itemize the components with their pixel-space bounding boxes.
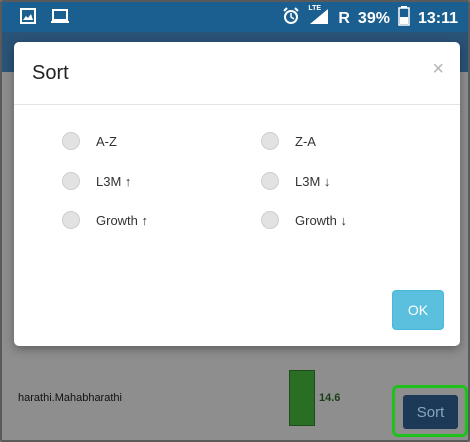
clock: 13:11 xyxy=(417,9,458,27)
radio-button[interactable] xyxy=(261,211,279,229)
radio-button[interactable] xyxy=(62,172,80,190)
close-icon[interactable]: × xyxy=(432,58,444,81)
dialog-divider xyxy=(14,104,460,105)
alarm-icon xyxy=(282,7,300,30)
sort-button-highlight[interactable]: Sort xyxy=(392,385,468,437)
option-label: L3M ↑ xyxy=(96,173,132,189)
sort-option-l3m-asc[interactable]: L3M ↑ xyxy=(62,172,131,190)
sort-option-z-a[interactable]: Z-A xyxy=(261,132,316,150)
sort-option-growth-desc[interactable]: Growth ↓ xyxy=(261,211,347,229)
radio-button[interactable] xyxy=(62,211,80,229)
sort-button[interactable]: Sort xyxy=(403,395,458,429)
battery-icon xyxy=(398,6,410,31)
status-bar: LTE R 39% 13:11 xyxy=(2,2,468,32)
dialog-title: Sort xyxy=(32,62,69,84)
value-bar xyxy=(289,370,315,426)
signal-icon: LTE xyxy=(308,5,330,30)
bar-value-label: 14.6 xyxy=(319,392,341,404)
list-item-label: harathi.Mahabharathi xyxy=(18,392,122,404)
option-label: Z-A xyxy=(295,133,316,149)
sort-option-growth-asc[interactable]: Growth ↑ xyxy=(62,211,148,229)
battery-percent: 39% xyxy=(357,9,390,27)
option-label: A-Z xyxy=(96,133,117,149)
laptop-icon xyxy=(50,8,70,29)
roaming-indicator: R xyxy=(338,9,350,27)
option-label: Growth ↑ xyxy=(96,212,149,228)
sort-dialog: Sort × A-Z Z-A L3M ↑ L3M ↓ Growth ↑ Grow… xyxy=(14,42,460,346)
radio-button[interactable] xyxy=(261,172,279,190)
image-icon xyxy=(20,8,36,29)
radio-button[interactable] xyxy=(62,132,80,150)
sort-option-a-z[interactable]: A-Z xyxy=(62,132,117,150)
radio-button[interactable] xyxy=(261,132,279,150)
sort-option-l3m-desc[interactable]: L3M ↓ xyxy=(261,172,330,190)
screen-frame: LTE R 39% 13:11 harathi.Mahabharathi 14.… xyxy=(0,0,470,442)
ok-button[interactable]: OK xyxy=(392,290,444,330)
network-type-label: LTE xyxy=(308,5,322,12)
option-label: Growth ↓ xyxy=(295,212,348,228)
option-label: L3M ↓ xyxy=(295,173,331,189)
